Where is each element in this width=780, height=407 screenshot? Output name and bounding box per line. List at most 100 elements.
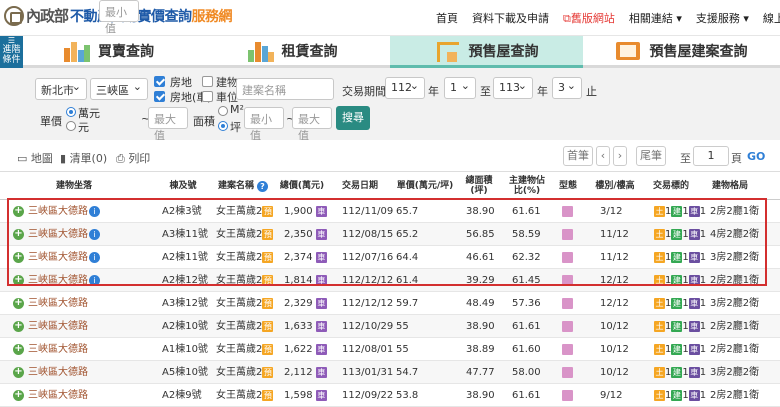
cell-address[interactable]: 三峽區大德路 i [28,200,100,223]
tab-sale[interactable]: 買賣查詢 [23,36,195,68]
col-floor[interactable]: 樓別/樓高 [590,172,640,200]
city-select[interactable]: 新北市 [35,78,87,100]
building-type-icon [562,205,573,217]
cell-date: 112/08/01 [342,344,394,355]
cell-unit: A2棟10號 [162,321,208,332]
nav-download[interactable]: 資料下載及申請 [472,10,549,26]
col-layout[interactable]: 建物格局 [706,172,754,200]
nav-links[interactable]: 相關連結 ▾ [629,10,682,26]
col-project[interactable]: 建案名稱? [212,172,274,200]
nav-home[interactable]: 首頁 [436,10,458,26]
table-row[interactable]: + 三峽區大德路 i A2棟11號 女王萬歲2 預 2,374 車 112/07/16 64.4… [0,246,780,269]
table-row[interactable]: + 三峽區大德路 A2棟10號 女王萬歲2 預 1,633 車 112/10/29 55 38.… [0,315,780,338]
col-address[interactable]: 建物坐落 [24,172,124,200]
min-price-input[interactable]: 最小值 [99,0,139,35]
first-page-button[interactable]: 首筆 [563,146,593,166]
col-unit[interactable]: 棟及號 [158,172,208,200]
tab-rent[interactable]: 租賃查詢 [195,36,390,68]
park-tag-icon: 車 [688,228,700,240]
search-button[interactable]: 搜尋 [336,106,370,130]
nav-online[interactable]: 線上數 [763,10,780,26]
table-row[interactable]: + 三峽區大德路 i A2棟3號 女王萬歲2 預 1,900 車 112/11/09 65.7 3… [0,200,780,223]
cell-ratio: 58.59 [512,229,541,240]
building-checkbox[interactable] [202,76,213,87]
col-ratio[interactable]: 主建物佔比(%) [508,172,546,200]
expand-icon[interactable]: + [13,252,24,263]
col-target[interactable]: 交易標的 [648,172,694,200]
cell-unit-price: 61.4 [396,275,419,286]
cell-target: 土1建1車1 [654,320,707,332]
district-select[interactable]: 三峽區 [90,78,148,100]
car-tag-icon: 車 [315,251,327,263]
expand-icon[interactable]: + [13,229,24,240]
nav-old-site[interactable]: ⧉舊版網站 [563,10,615,26]
col-type[interactable]: 型態 [555,172,581,200]
advanced-conditions-button[interactable]: ☰ 進階 條件 [0,36,23,68]
year-from-select[interactable]: 112 [385,77,425,99]
yuan-radio[interactable] [66,121,76,131]
expand-icon[interactable]: + [13,275,24,286]
ping-radio[interactable] [218,121,228,131]
cell-type [562,338,573,361]
site-title: 不動產交易實價查詢服務網 [70,8,233,25]
tab-presale[interactable]: 預售屋查詢 [390,36,583,68]
col-unit-price[interactable]: 單價(萬元/坪) [392,172,458,200]
print-button[interactable]: ⎙ 列印 [116,150,150,166]
month-from-select[interactable]: 1 [444,77,476,99]
list-button[interactable]: ▮ 清單(0) [60,150,107,166]
cell-unit: A3棟11號 [162,229,208,240]
nav-support[interactable]: 支援服務 ▾ [696,10,749,26]
cell-unit: A3棟12號 [162,298,208,309]
bookmark-icon: ▮ [60,152,67,165]
house-car-checkbox[interactable] [154,91,165,102]
expand-icon[interactable]: + [13,206,24,217]
year-to-select[interactable]: 113 [493,77,533,99]
printer-icon: ⎙ [116,152,125,165]
expand-icon[interactable]: + [13,390,24,401]
table-row[interactable]: + 三峽區大德路 A3棟12號 女王萬歲2 預 2,329 車 112/12/12 59.7 4… [0,292,780,315]
table-row[interactable]: + 三峽區大德路 A2棟9號 女王萬歲2 預 1,598 車 112/09/22 53.8 38… [0,384,780,407]
cell-address[interactable]: 三峽區大德路 i [28,269,100,292]
tab-presale-project[interactable]: 預售屋建案查詢 [583,36,780,68]
col-area[interactable]: 總面積(坪) [462,172,496,200]
cell-address[interactable]: 三峽區大德路 [28,292,88,315]
wan-radio[interactable] [66,107,76,117]
cell-address[interactable]: 三峽區大德路 [28,315,88,338]
table-row[interactable]: + 三峽區大德路 A1棟10號 女王萬歲2 預 1,622 車 112/08/01 55 38.… [0,338,780,361]
col-date[interactable]: 交易日期 [338,172,382,200]
cell-project: 女王萬歲2 預 [216,343,274,355]
page-input[interactable]: 1 [693,146,729,166]
table-row[interactable]: + 三峽區大德路 i A2棟12號 女王萬歲2 預 1,814 車 112/12/12 61.4… [0,269,780,292]
expand-icon[interactable]: + [13,344,24,355]
project-name-input[interactable]: 建案名稱 [236,78,334,100]
area-label: 面積 [193,115,215,128]
col-total[interactable]: 總價(萬元) [278,172,326,200]
parking-checkbox[interactable] [202,91,213,102]
car-tag-icon: 車 [315,343,327,355]
map-button[interactable]: ▭ 地圖 [17,150,53,166]
cell-ratio: 61.45 [512,275,541,286]
house-checkbox[interactable] [154,76,165,87]
expand-icon[interactable]: + [13,321,24,332]
cell-address[interactable]: 三峽區大德路 [28,338,88,361]
cell-address[interactable]: 三峽區大德路 i [28,223,100,246]
expand-icon[interactable]: + [13,298,24,309]
build-tag-icon: 建 [671,251,683,263]
last-page-button[interactable]: 尾筆 [636,146,666,166]
building-type-icon [562,228,573,240]
cell-target: 土1建1車1 [654,274,707,286]
cell-ratio: 61.61 [512,206,541,217]
prev-page-button[interactable]: ‹ [596,146,610,166]
cell-project: 女王萬歲2 預 [216,389,274,401]
go-button[interactable]: GO [747,150,765,163]
table-row[interactable]: + 三峽區大德路 i A3棟11號 女王萬歲2 預 2,350 車 112/08/15 65.2… [0,223,780,246]
month-to-select[interactable]: 3 [552,77,582,99]
expand-icon[interactable]: + [13,367,24,378]
min-area-input[interactable]: 最小值 [244,107,284,142]
max-price-input[interactable]: 最大值 [148,107,188,142]
cell-address[interactable]: 三峽區大德路 i [28,246,100,269]
next-page-button[interactable]: › [613,146,627,166]
max-area-input[interactable]: 最大值 [292,107,332,142]
m2-radio[interactable] [218,106,228,116]
cell-address[interactable]: 三峽區大德路 [28,384,88,407]
